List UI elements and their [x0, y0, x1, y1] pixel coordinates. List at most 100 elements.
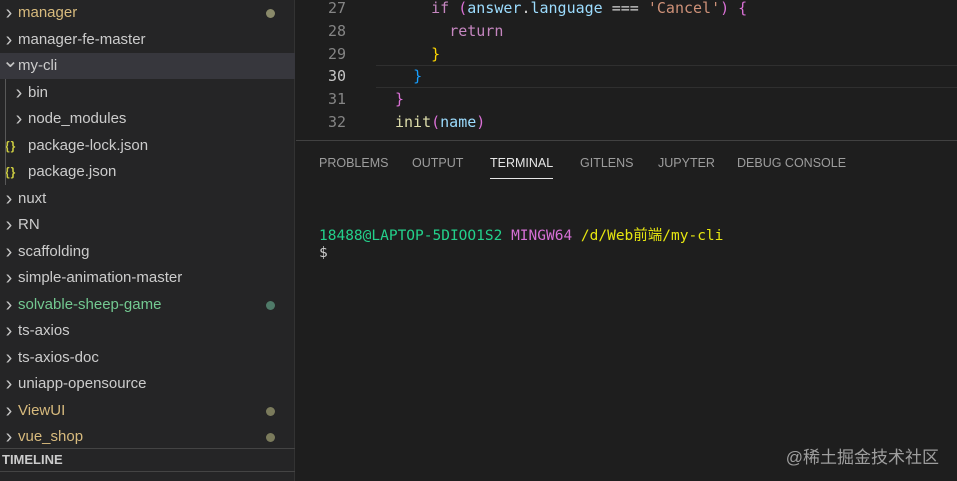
code-token: ( [431, 113, 441, 131]
tab-debug-console[interactable]: DEBUG CONSOLE [737, 151, 846, 179]
chevron-right-icon: › [5, 267, 13, 289]
code-line: } [395, 44, 440, 67]
chevron-right-icon: › [5, 346, 13, 369]
code-token: ( [458, 0, 468, 17]
code-token: { [729, 0, 748, 17]
tree-item-label: scaffolding [18, 242, 90, 260]
tree-item-rn[interactable]: › RN [0, 212, 295, 238]
json-file-icon: {} [5, 165, 17, 179]
tree-item-manager-fe-master[interactable]: › manager-fe-master [0, 27, 295, 53]
code-line: init(name) [395, 112, 485, 135]
tree-item-label: package.json [28, 163, 117, 180]
code-token: } [431, 44, 441, 63]
code-token: 'Cancel' [647, 0, 721, 17]
code-token: language [530, 0, 603, 17]
code-token: } [413, 67, 423, 86]
code-token: === [602, 0, 648, 17]
line-number: 31 [327, 90, 346, 109]
line-number: 32 [327, 113, 346, 131]
tree-item-label: manager [18, 4, 78, 21]
tab-gitlens[interactable]: GITLENS [580, 151, 634, 179]
tree-item-label: simple-animation-master [18, 269, 183, 286]
tree-item-label: ViewUI [18, 401, 66, 419]
tree-item-label: ts-axios [18, 322, 70, 339]
tree-item-label: uniapp-opensource [18, 375, 147, 392]
code-token: } [395, 90, 405, 109]
code-token: init [395, 113, 432, 131]
code-token: return [449, 21, 504, 40]
code-token: if [431, 0, 459, 17]
chevron-right-icon: › [5, 399, 13, 422]
tab-terminal[interactable]: TERMINAL [490, 151, 554, 179]
chevron-right-icon: › [5, 426, 13, 448]
tree-item-ts-axios[interactable]: › ts-axios [0, 318, 295, 344]
tree-item-label: node_modules [28, 110, 127, 127]
tree-item-package-json[interactable]: {} package.json [0, 159, 295, 185]
code-line: return [395, 21, 503, 44]
chevron-right-icon: › [15, 81, 23, 104]
tree-item-ts-axios-doc[interactable]: › ts-axios-doc [0, 345, 295, 371]
explorer-sidebar: › manager › manager-fe-master ⌄ my-cli › bin › no… [0, 0, 295, 481]
tree-item-label: my-cli [18, 57, 58, 74]
line-number: 29 [327, 44, 346, 63]
tree-item-label: ts-axios-doc [18, 348, 99, 366]
tree-item-label: manager-fe-master [18, 30, 146, 48]
tree-item-simple-animation-master[interactable]: › simple-animation-master [0, 265, 295, 291]
terminal-system: MINGW64 [511, 228, 573, 244]
terminal-user: 18488@LAPTOP-5DIOO1S2 [319, 228, 503, 244]
tab-jupyter[interactable]: JUPYTER [658, 151, 715, 179]
code-token: name [440, 113, 477, 131]
tree-item-label: RN [18, 216, 40, 233]
tree-item-bin[interactable]: › bin [0, 80, 295, 106]
tree-item-my-cli[interactable]: ⌄ my-cli [0, 50, 295, 79]
watermark: @稀土掘金技术社区 [785, 448, 939, 467]
tree-item-manager[interactable]: › manager [0, 0, 295, 26]
line-number: 27 [327, 0, 346, 17]
current-line-highlight [376, 65, 957, 88]
tree-item-label: bin [28, 83, 49, 101]
chevron-right-icon: › [5, 240, 13, 263]
tree-item-package-lock-json[interactable]: {} package-lock.json [0, 133, 295, 159]
tree-item-solvable-sheep-game[interactable]: › solvable-sheep-game [0, 292, 295, 318]
tree-item-viewui[interactable]: › ViewUI [0, 398, 295, 424]
tab-problems[interactable]: PROBLEMS [319, 151, 388, 179]
terminal-path: /d/Web前端/my-cli [580, 228, 724, 244]
git-status-dot-icon [266, 9, 275, 18]
code-token: answer [467, 0, 522, 17]
tree-item-vue-shop[interactable]: › vue_shop [0, 424, 295, 450]
code-editor[interactable]: 27 if (answer.language === 'Cancel') {28… [296, 0, 957, 140]
git-status-dot-icon [266, 300, 275, 310]
tree-item-node-modules[interactable]: › node_modules [0, 106, 295, 132]
code-line: if (answer.language === 'Cancel') { [395, 0, 747, 21]
code-token: ) [476, 113, 486, 131]
git-status-dot-icon [266, 406, 275, 416]
json-file-icon: {} [5, 138, 17, 153]
chevron-right-icon: › [15, 108, 23, 130]
terminal-prompt-line[interactable]: 18488@LAPTOP-5DIOO1S2 MINGW64 /d/Web前端/m… [319, 224, 723, 245]
tree-item-label: vue_shop [18, 428, 84, 445]
chevron-right-icon: › [5, 187, 13, 210]
timeline-section-header[interactable]: TIMELINE [0, 448, 295, 472]
tree-item-label: nuxt [18, 189, 47, 207]
code-line: } [395, 66, 422, 89]
tree-item-scaffolding[interactable]: › scaffolding [0, 239, 295, 265]
tree-item-nuxt[interactable]: › nuxt [0, 186, 295, 212]
code-line: } [395, 89, 404, 112]
code-token: ) [720, 0, 730, 17]
chevron-down-icon: ⌄ [2, 50, 19, 72]
chevron-right-icon: › [5, 293, 13, 316]
line-number: 30 [327, 67, 346, 86]
chevron-right-icon: › [5, 2, 13, 24]
tree-item-uniapp-opensource[interactable]: › uniapp-opensource [0, 371, 295, 397]
tree-item-label: solvable-sheep-game [18, 295, 162, 313]
terminal-input-prompt[interactable]: $ [319, 245, 328, 261]
chevron-right-icon: › [5, 320, 13, 342]
tree-item-label: package-lock.json [28, 136, 149, 154]
indent-guide [5, 79, 6, 185]
git-status-dot-icon [266, 433, 275, 442]
tab-output[interactable]: OUTPUT [412, 151, 463, 179]
